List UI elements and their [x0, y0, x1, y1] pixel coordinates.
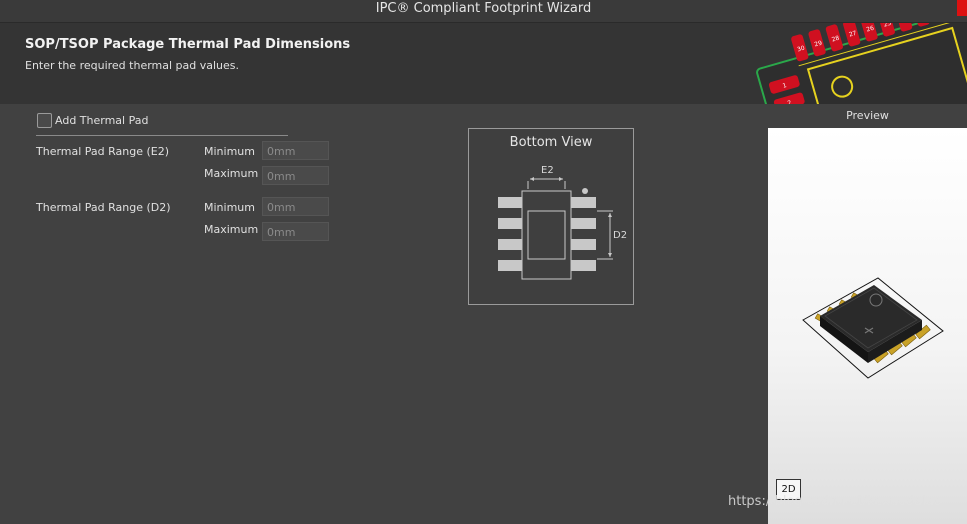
main-content: Add Thermal Pad Thermal Pad Range (E2) M… [0, 104, 967, 524]
thermal-pad-range-d2-label: Thermal Pad Range (D2) [36, 201, 171, 214]
d2-minimum-field[interactable]: 0mm [262, 197, 329, 216]
add-thermal-pad-label: Add Thermal Pad [55, 114, 149, 127]
soic-3d-model [802, 277, 944, 379]
bottom-view-diagram [498, 177, 613, 280]
page-subtitle: Enter the required thermal pad values. [25, 59, 240, 72]
e2-dimension-label: E2 [541, 165, 554, 176]
d2-maximum-field[interactable]: 0mm [262, 222, 329, 241]
e2-maximum-label: Maximum [204, 167, 259, 180]
add-thermal-pad-checkbox[interactable] [37, 113, 52, 128]
preview-label: Preview [846, 109, 889, 122]
d2-minimum-label: Minimum [204, 201, 255, 214]
watermark-text: https://blog.csdn.net/kexuedalao [728, 494, 942, 509]
e2-minimum-field[interactable]: 0mm [262, 141, 329, 160]
e2-maximum-field[interactable]: 0mm [262, 166, 329, 185]
add-thermal-pad-row: Add Thermal Pad [36, 112, 288, 136]
bottom-view-title: Bottom View [509, 135, 593, 150]
preview-3d-viewport[interactable]: 2D [768, 128, 967, 524]
close-button[interactable] [957, 0, 967, 16]
pcb-footprint-illustration: 302928 272625 2423 12 [756, 23, 967, 104]
bottom-view-panel: Bottom View E2 D2 [468, 128, 634, 305]
e2-minimum-label: Minimum [204, 145, 255, 158]
d2-dimension-label: D2 [613, 230, 628, 241]
d2-maximum-label: Maximum [204, 223, 259, 236]
window-title: IPC® Compliant Footprint Wizard [375, 1, 592, 16]
window-titlebar: IPC® Compliant Footprint Wizard [0, 0, 967, 23]
wizard-header: SOP/TSOP Package Thermal Pad Dimensions … [0, 23, 967, 104]
page-title: SOP/TSOP Package Thermal Pad Dimensions [25, 37, 351, 52]
thermal-pad-range-e2-label: Thermal Pad Range (E2) [36, 145, 170, 158]
